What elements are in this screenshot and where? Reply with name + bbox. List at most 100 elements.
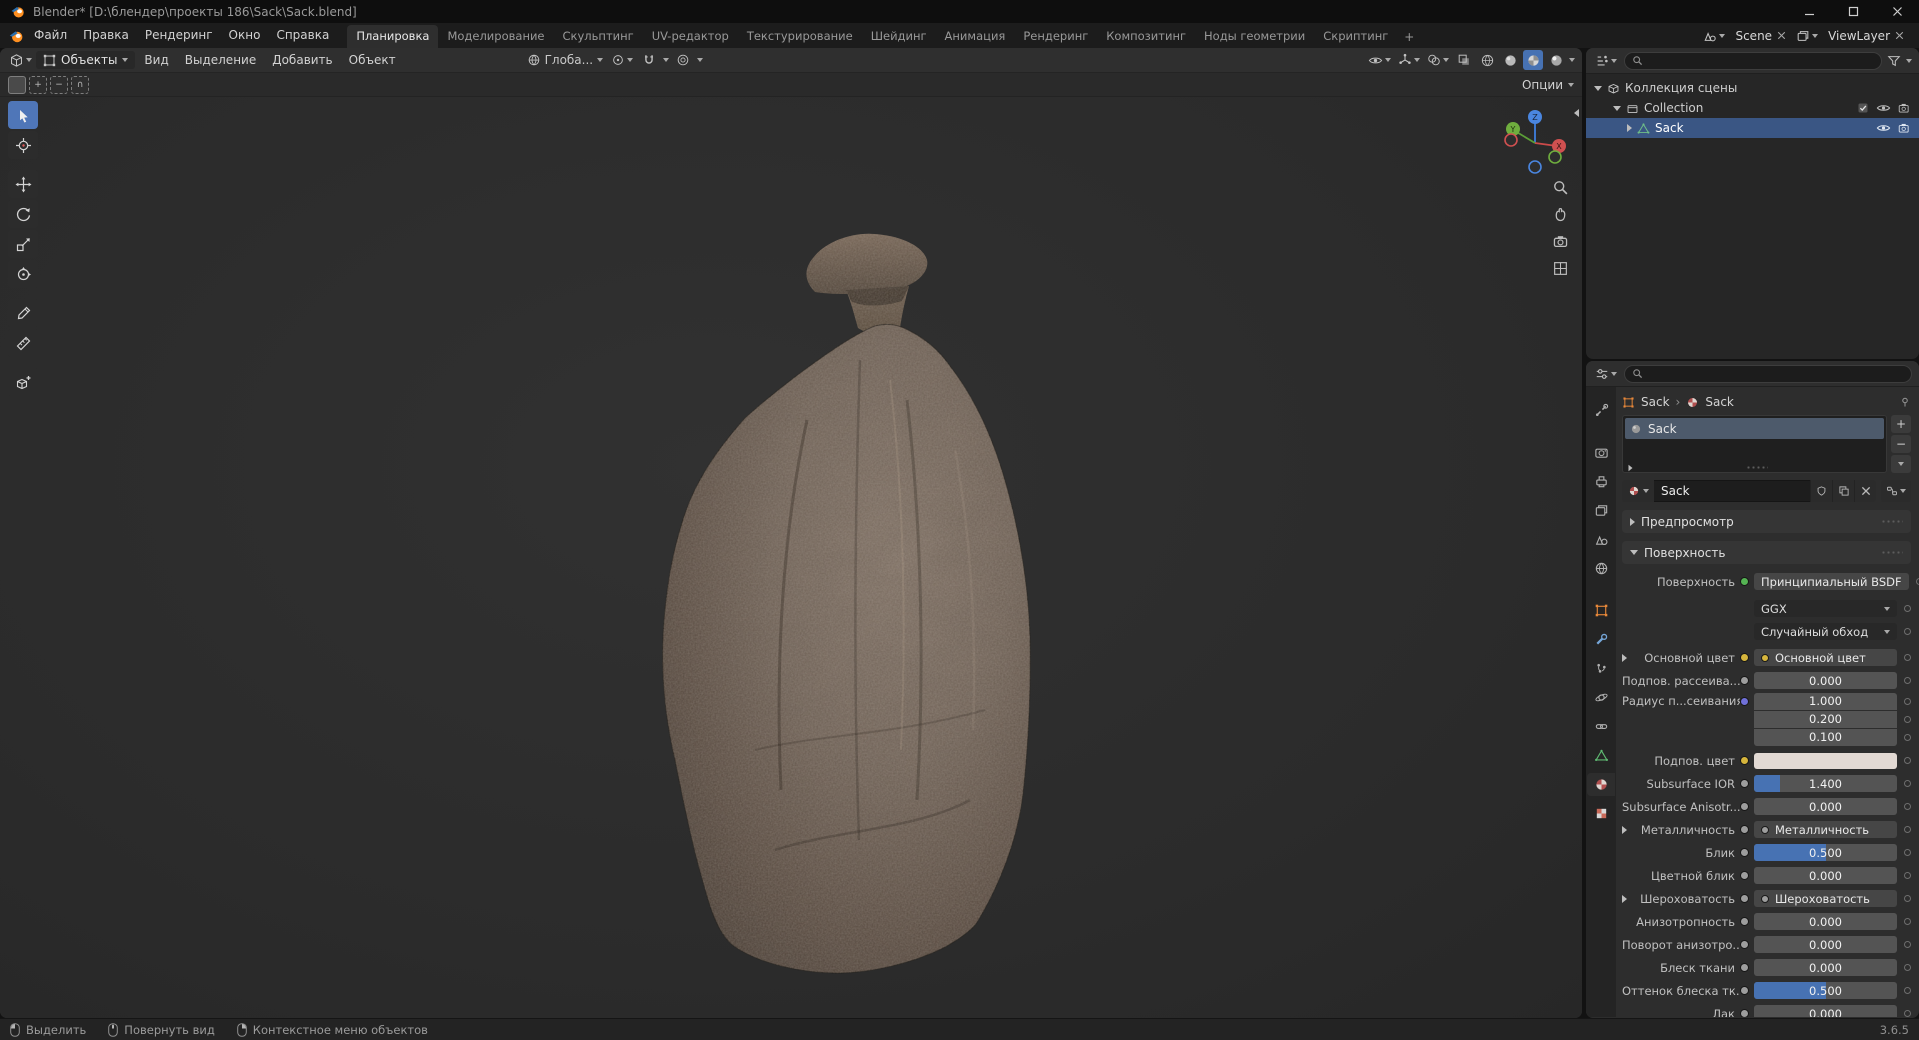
specular-slider[interactable]: 0.500 [1754, 844, 1897, 861]
menu-edit[interactable]: Правка [75, 23, 137, 48]
add-slot-button[interactable]: + [1891, 415, 1911, 433]
workspace-tab-geometry-nodes[interactable]: Ноды геометрии [1195, 25, 1314, 48]
disable-render-camera-icon[interactable] [1898, 122, 1911, 134]
decorator-icon[interactable] [1904, 715, 1911, 723]
roughness-link-button[interactable]: Шероховатость [1754, 890, 1897, 907]
tab-tool[interactable] [1587, 399, 1615, 422]
view-menu[interactable]: Вид [137, 53, 175, 67]
shading-material-preview-button[interactable] [1523, 50, 1543, 70]
zoom-icon[interactable] [1552, 179, 1569, 196]
decorator-icon[interactable] [1904, 757, 1911, 764]
decorator-icon[interactable] [1904, 918, 1911, 925]
tab-physics[interactable] [1587, 686, 1615, 709]
tool-scale[interactable] [8, 230, 38, 258]
outliner-search-input[interactable] [1624, 51, 1882, 70]
preview-panel-header[interactable]: Предпросмотр [1622, 510, 1911, 533]
decorator-icon[interactable] [1904, 803, 1911, 810]
outliner-row-collection[interactable]: Collection [1586, 98, 1919, 118]
object-menu[interactable]: Объект [342, 53, 403, 67]
expand-closed-icon[interactable] [1622, 653, 1627, 662]
hide-eye-icon[interactable] [1876, 102, 1891, 114]
properties-search-input[interactable] [1624, 364, 1912, 383]
list-resize-grip[interactable] [1746, 464, 1768, 471]
decorator-icon[interactable] [1904, 872, 1911, 879]
select-mode-extend-button[interactable]: + [29, 75, 47, 94]
decorator-icon[interactable] [1915, 578, 1919, 585]
tab-particles[interactable] [1587, 657, 1615, 680]
select-mode-set-button[interactable] [8, 75, 26, 94]
viewlayer-remove-icon[interactable] [1895, 31, 1904, 40]
decorator-icon[interactable] [1904, 654, 1911, 661]
scene-unlink-icon[interactable] [1777, 31, 1786, 40]
hide-eye-icon[interactable] [1876, 122, 1891, 134]
gizmo-x-neg-axis[interactable] [1504, 133, 1518, 147]
workspace-tab-layout[interactable]: Планировка [347, 25, 439, 48]
pivot-point-dropdown[interactable] [609, 50, 635, 70]
tool-transform[interactable] [8, 260, 38, 288]
tool-cursor[interactable] [8, 131, 38, 159]
tab-object-data[interactable] [1587, 744, 1615, 767]
decorator-icon[interactable] [1904, 628, 1911, 635]
mode-dropdown[interactable]: Объекты [36, 51, 136, 69]
subsurface-radius-y-field[interactable]: 0.200 [1754, 710, 1897, 728]
decorator-icon[interactable] [1904, 987, 1911, 994]
sheen-tint-slider[interactable]: 0.500 [1754, 982, 1897, 999]
decorator-icon[interactable] [1904, 895, 1911, 902]
add-workspace-button[interactable]: + [1397, 26, 1421, 48]
base-color-link-button[interactable]: Основной цвет [1754, 649, 1897, 666]
viewlayer-selector[interactable]: ViewLayer [1823, 27, 1909, 45]
fake-user-button[interactable] [1810, 480, 1832, 502]
snap-settings-caret[interactable] [663, 58, 670, 62]
sack-3d-object[interactable] [655, 230, 1035, 975]
viewlayer-browse-button[interactable] [1794, 26, 1820, 46]
minimize-button[interactable] [1787, 0, 1831, 23]
anisotropic-rotation-slider[interactable]: 0.000 [1754, 936, 1897, 953]
tool-rotate[interactable] [8, 200, 38, 228]
select-mode-intersect-button[interactable]: ∩ [71, 75, 89, 94]
add-menu[interactable]: Добавить [265, 53, 339, 67]
disable-render-camera-icon[interactable] [1898, 102, 1911, 114]
tool-add-cube[interactable] [8, 368, 38, 396]
decorator-icon[interactable] [1904, 1010, 1911, 1017]
subsurface-color-swatch[interactable] [1754, 753, 1897, 769]
shading-rendered-button[interactable] [1546, 50, 1566, 70]
tab-output[interactable] [1587, 470, 1615, 493]
outliner-row-scene-collection[interactable]: Коллекция сцены [1586, 78, 1919, 98]
workspace-tab-uv-editing[interactable]: UV-редактор [643, 25, 738, 48]
panel-drag-grip[interactable] [1881, 518, 1903, 525]
properties-editor-type-button[interactable] [1593, 364, 1619, 384]
maximize-button[interactable] [1831, 0, 1875, 23]
surface-panel-header[interactable]: Поверхность [1622, 541, 1911, 564]
gizmo-y-neg-axis[interactable] [1548, 150, 1562, 164]
tab-texture[interactable] [1587, 802, 1615, 825]
subsurface-ior-slider[interactable]: 1.400 [1754, 775, 1897, 792]
expand-open-icon[interactable] [1594, 85, 1602, 91]
menu-window[interactable]: Окно [221, 23, 269, 48]
tab-modifiers[interactable] [1587, 628, 1615, 651]
anisotropic-slider[interactable]: 0.000 [1754, 913, 1897, 930]
show-overlays-toggle[interactable] [1425, 50, 1451, 70]
tab-object[interactable] [1587, 599, 1615, 622]
material-specials-button[interactable] [1881, 480, 1911, 502]
decorator-icon[interactable] [1904, 733, 1911, 741]
panel-drag-grip[interactable] [1881, 549, 1903, 556]
distribution-dropdown[interactable]: GGX [1754, 600, 1897, 617]
editor-type-button[interactable] [7, 50, 34, 70]
slot-filter-expand-icon[interactable] [1628, 464, 1633, 471]
tool-select-box[interactable] [8, 101, 38, 129]
workspace-tab-shading[interactable]: Шейдинг [862, 25, 936, 48]
decorator-icon[interactable] [1904, 780, 1911, 787]
workspace-tab-scripting[interactable]: Скриптинг [1314, 25, 1397, 48]
ortho-grid-icon[interactable] [1552, 260, 1569, 277]
workspace-tab-animation[interactable]: Анимация [936, 25, 1015, 48]
transform-orientation-dropdown[interactable]: Глоба... [525, 50, 606, 70]
proportional-settings-caret[interactable] [697, 58, 704, 62]
unlink-material-button[interactable] [1854, 480, 1876, 502]
breadcrumb-material-name[interactable]: Sack [1705, 395, 1734, 409]
tab-world[interactable] [1587, 557, 1615, 580]
tool-measure[interactable] [8, 329, 38, 357]
viewport-canvas[interactable]: Z X Y [0, 97, 1582, 1018]
tab-scene[interactable] [1587, 528, 1615, 551]
tab-view-layer[interactable] [1587, 499, 1615, 522]
close-button[interactable] [1875, 0, 1919, 23]
